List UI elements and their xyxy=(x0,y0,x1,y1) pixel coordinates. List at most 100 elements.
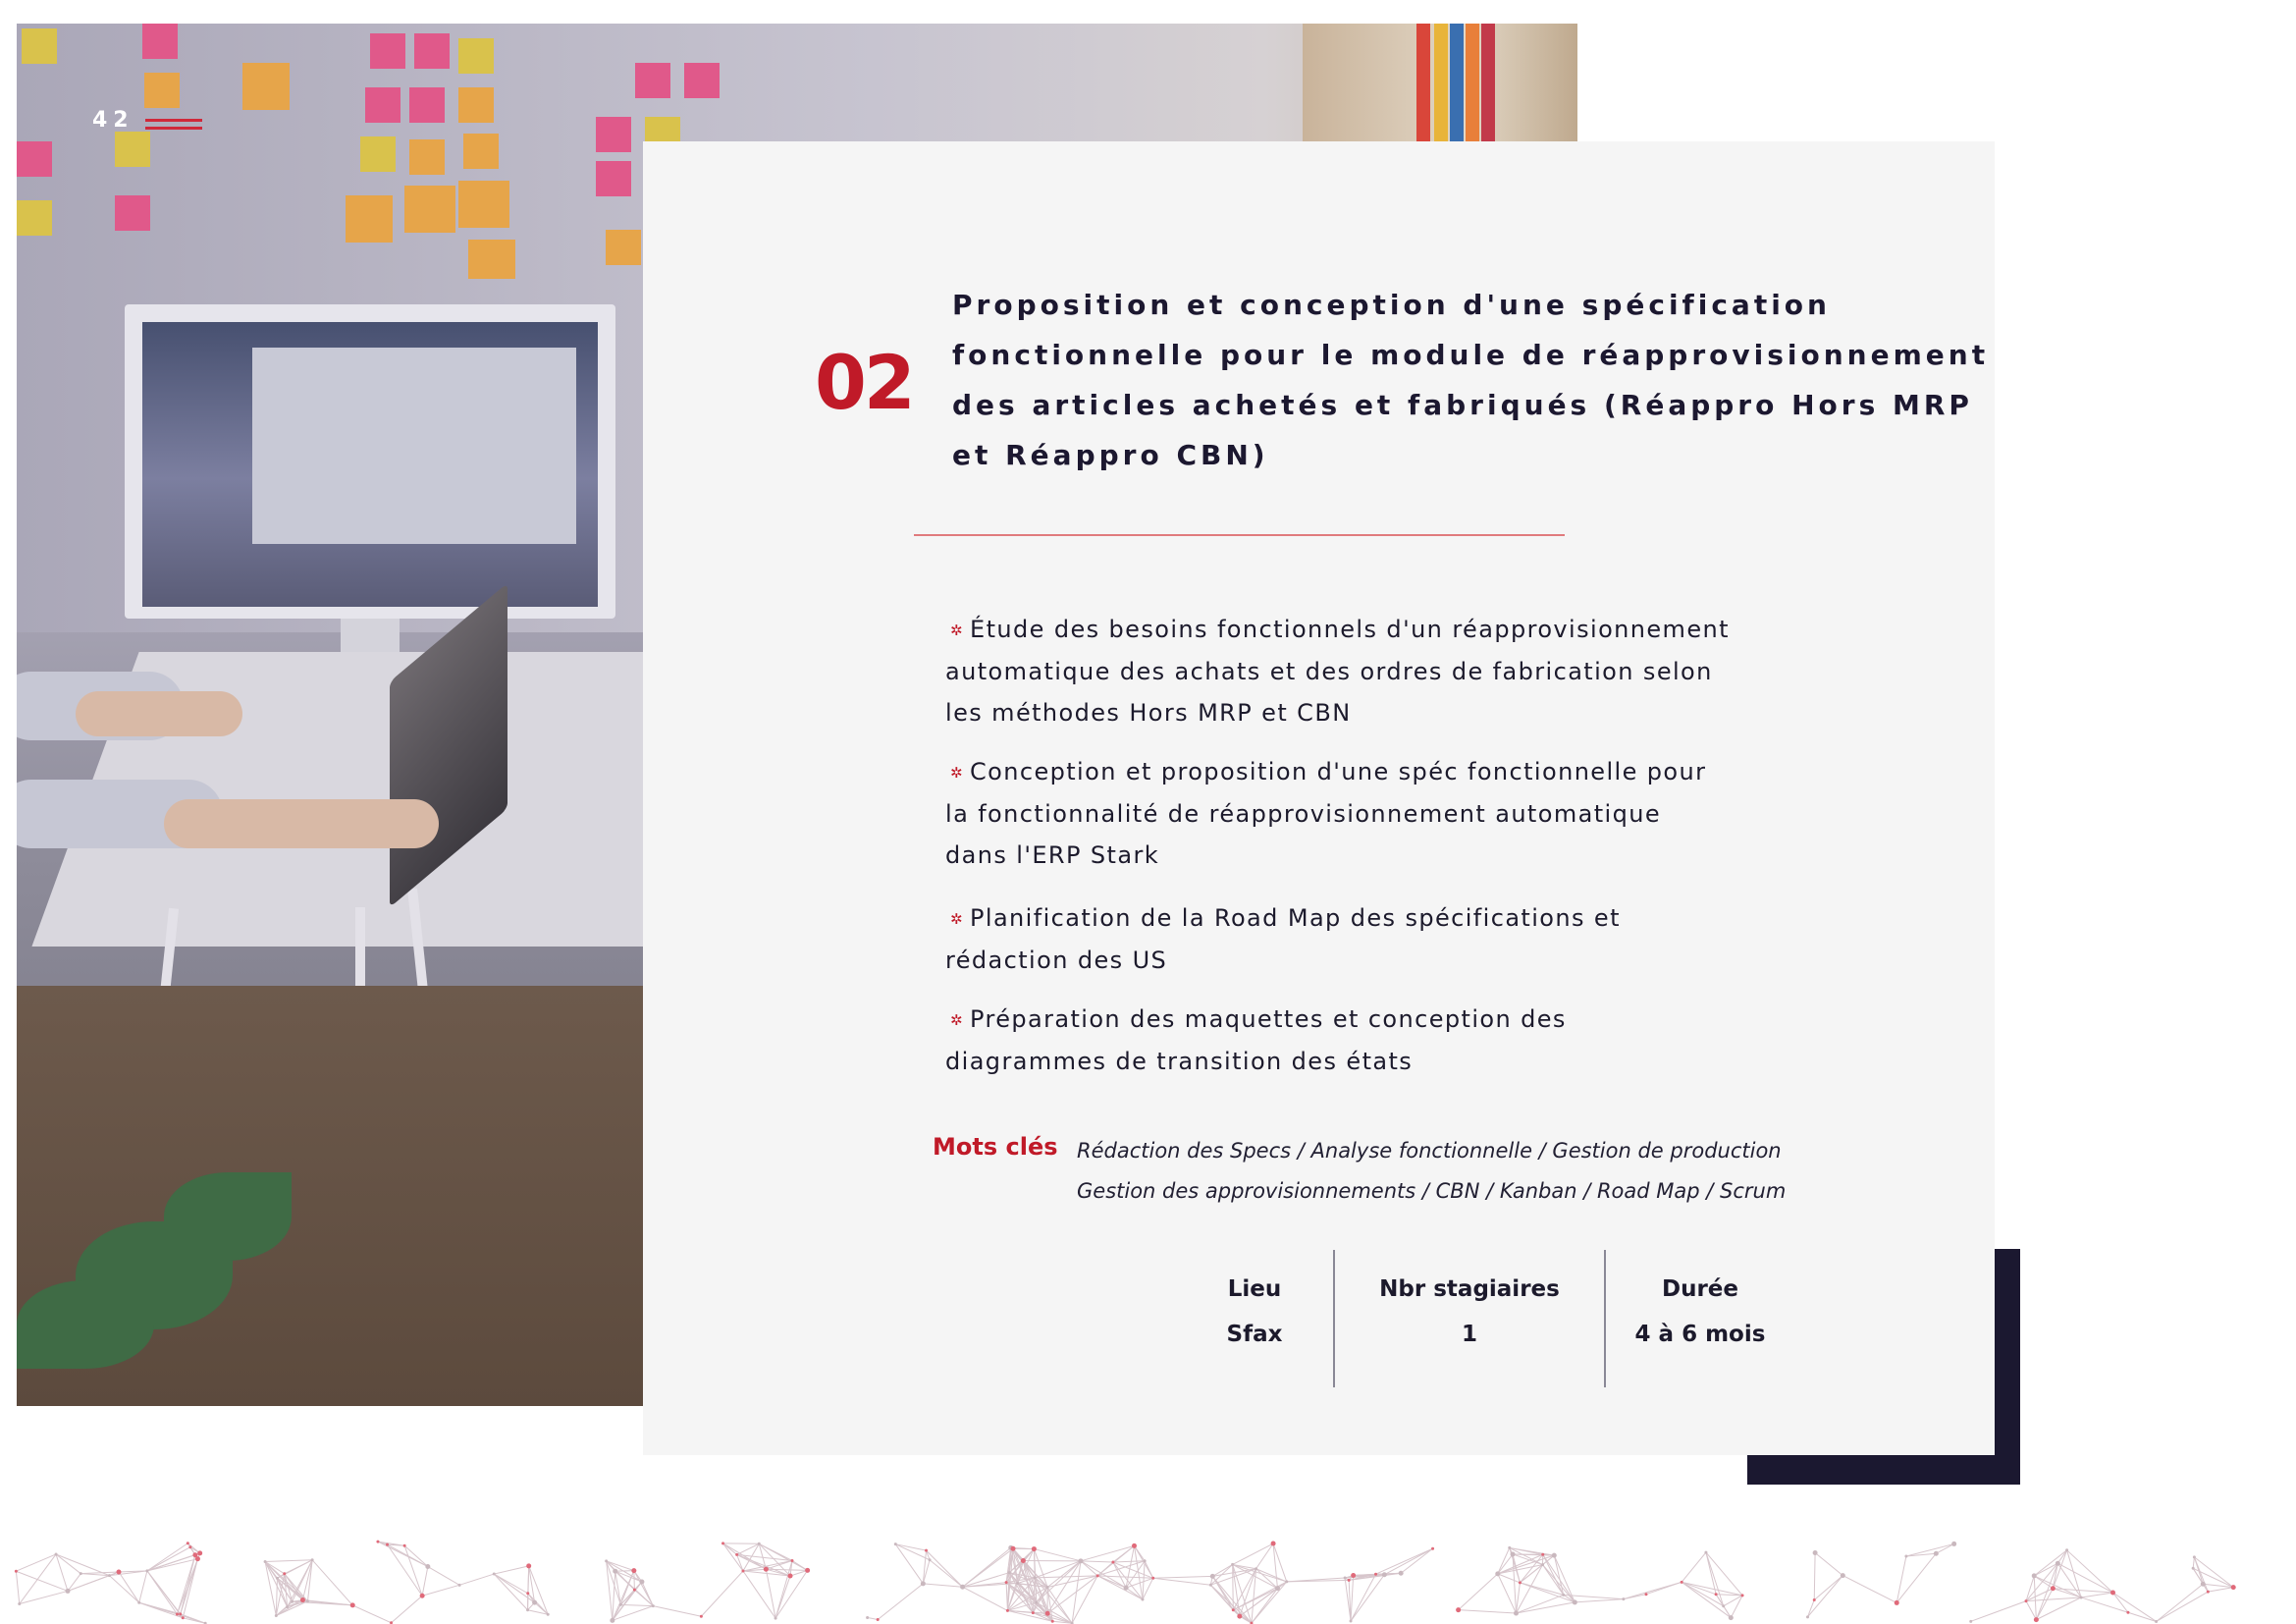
network-edge xyxy=(146,1570,178,1615)
network-node xyxy=(2126,1610,2130,1614)
network-node xyxy=(790,1558,794,1562)
network-edge xyxy=(1096,1575,1144,1600)
network-edge xyxy=(2081,1592,2113,1598)
network-pattern xyxy=(14,1540,2236,1624)
network-edge xyxy=(1251,1581,1288,1624)
network-node xyxy=(194,1556,200,1562)
network-edge xyxy=(391,1595,423,1624)
network-edge xyxy=(1807,1599,1815,1618)
network-edge xyxy=(1035,1560,1082,1579)
star-bullet-icon: ✲ xyxy=(950,910,964,928)
list-item: ✲ Conception et proposition d'une spéc fo… xyxy=(945,751,1829,876)
network-edge xyxy=(877,1583,924,1620)
network-edge xyxy=(653,1605,702,1617)
network-edge xyxy=(2025,1562,2058,1601)
location-column: Lieu Sfax xyxy=(1176,1250,1333,1387)
network-node xyxy=(1398,1570,1404,1576)
network-edge xyxy=(276,1600,308,1616)
network-edge xyxy=(1255,1543,1274,1570)
network-edge xyxy=(352,1604,392,1624)
network-edge xyxy=(1896,1552,1937,1603)
network-edge xyxy=(1516,1594,1564,1614)
network-edge xyxy=(1497,1554,1555,1575)
network-node xyxy=(2155,1619,2159,1623)
network-edge xyxy=(1350,1574,1385,1622)
network-node xyxy=(1143,1559,1147,1563)
network-edge xyxy=(1814,1552,1843,1577)
network-edge xyxy=(177,1558,198,1615)
network-edge xyxy=(2156,1583,2204,1622)
network-edge xyxy=(1512,1553,1543,1566)
network-edge xyxy=(634,1589,654,1607)
network-node xyxy=(2024,1599,2028,1603)
network-node xyxy=(928,1558,932,1562)
network-node xyxy=(1513,1610,1519,1616)
network-edge xyxy=(1233,1588,1278,1611)
network-node xyxy=(1285,1580,1289,1584)
network-node xyxy=(1728,1615,1734,1621)
network-node xyxy=(1045,1585,1049,1589)
network-node xyxy=(1031,1546,1037,1552)
network-node xyxy=(613,1568,618,1574)
network-edge xyxy=(146,1558,198,1572)
duration-value: 4 à 6 mois xyxy=(1634,1322,1766,1347)
network-node xyxy=(1551,1552,1557,1558)
network-node xyxy=(116,1569,122,1575)
network-edge xyxy=(620,1603,654,1607)
task-list: ✲ Étude des besoins fonctionnels d'un réa… xyxy=(945,609,1829,1100)
network-node xyxy=(310,1558,314,1562)
network-edge xyxy=(1211,1576,1241,1617)
network-edge xyxy=(1080,1544,1135,1562)
network-node xyxy=(419,1593,425,1598)
network-node xyxy=(457,1583,461,1587)
star-bullet-icon: ✲ xyxy=(950,622,964,639)
network-node xyxy=(1035,1600,1039,1604)
network-edge xyxy=(306,1559,313,1601)
network-edge xyxy=(633,1570,635,1591)
network-node xyxy=(2192,1555,2196,1559)
network-edge xyxy=(2053,1588,2113,1594)
network-node xyxy=(54,1552,58,1556)
network-node xyxy=(526,1592,530,1596)
network-node xyxy=(1270,1541,1276,1546)
network-node xyxy=(1722,1604,1726,1608)
network-edge xyxy=(1232,1543,1274,1565)
network-node xyxy=(1237,1613,1243,1619)
network-edge xyxy=(1142,1560,1146,1600)
network-node xyxy=(137,1600,141,1604)
network-edge xyxy=(493,1573,528,1611)
network-node xyxy=(2065,1548,2069,1552)
network-node xyxy=(2055,1560,2060,1566)
section-title: Proposition et conception d'une spécific… xyxy=(952,280,1985,480)
network-edge xyxy=(138,1570,148,1603)
network-node xyxy=(774,1616,777,1620)
network-edge xyxy=(2080,1597,2129,1613)
network-edge xyxy=(1350,1575,1355,1622)
network-edge xyxy=(1813,1575,1843,1600)
network-edge xyxy=(387,1543,423,1597)
network-edge xyxy=(766,1568,808,1571)
title-line: des articles achetés et fabriqués (Réapp… xyxy=(952,389,1973,421)
network-node xyxy=(741,1569,745,1573)
section-number: 02 xyxy=(815,339,916,426)
network-edge xyxy=(422,1584,460,1597)
network-node xyxy=(1622,1597,1626,1601)
network-node xyxy=(305,1599,309,1603)
page-number-decoration xyxy=(145,119,202,135)
network-edge xyxy=(614,1570,634,1572)
network-edge xyxy=(1520,1554,1555,1584)
network-node xyxy=(721,1542,725,1545)
network-edge xyxy=(458,1573,495,1586)
network-edge xyxy=(421,1566,429,1597)
network-node xyxy=(1518,1581,1522,1585)
list-item: ✲ Préparation des maquettes et conception… xyxy=(945,999,1829,1082)
network-edge xyxy=(2127,1611,2157,1622)
network-node xyxy=(1562,1593,1566,1597)
network-edge xyxy=(1516,1601,1575,1614)
network-node xyxy=(386,1543,390,1546)
list-item: ✲ Étude des besoins fonctionnels d'un réa… xyxy=(945,609,1829,733)
network-node xyxy=(526,1608,530,1612)
network-edge xyxy=(867,1616,879,1620)
network-node xyxy=(2191,1566,2195,1570)
network-edge xyxy=(1813,1552,1816,1600)
